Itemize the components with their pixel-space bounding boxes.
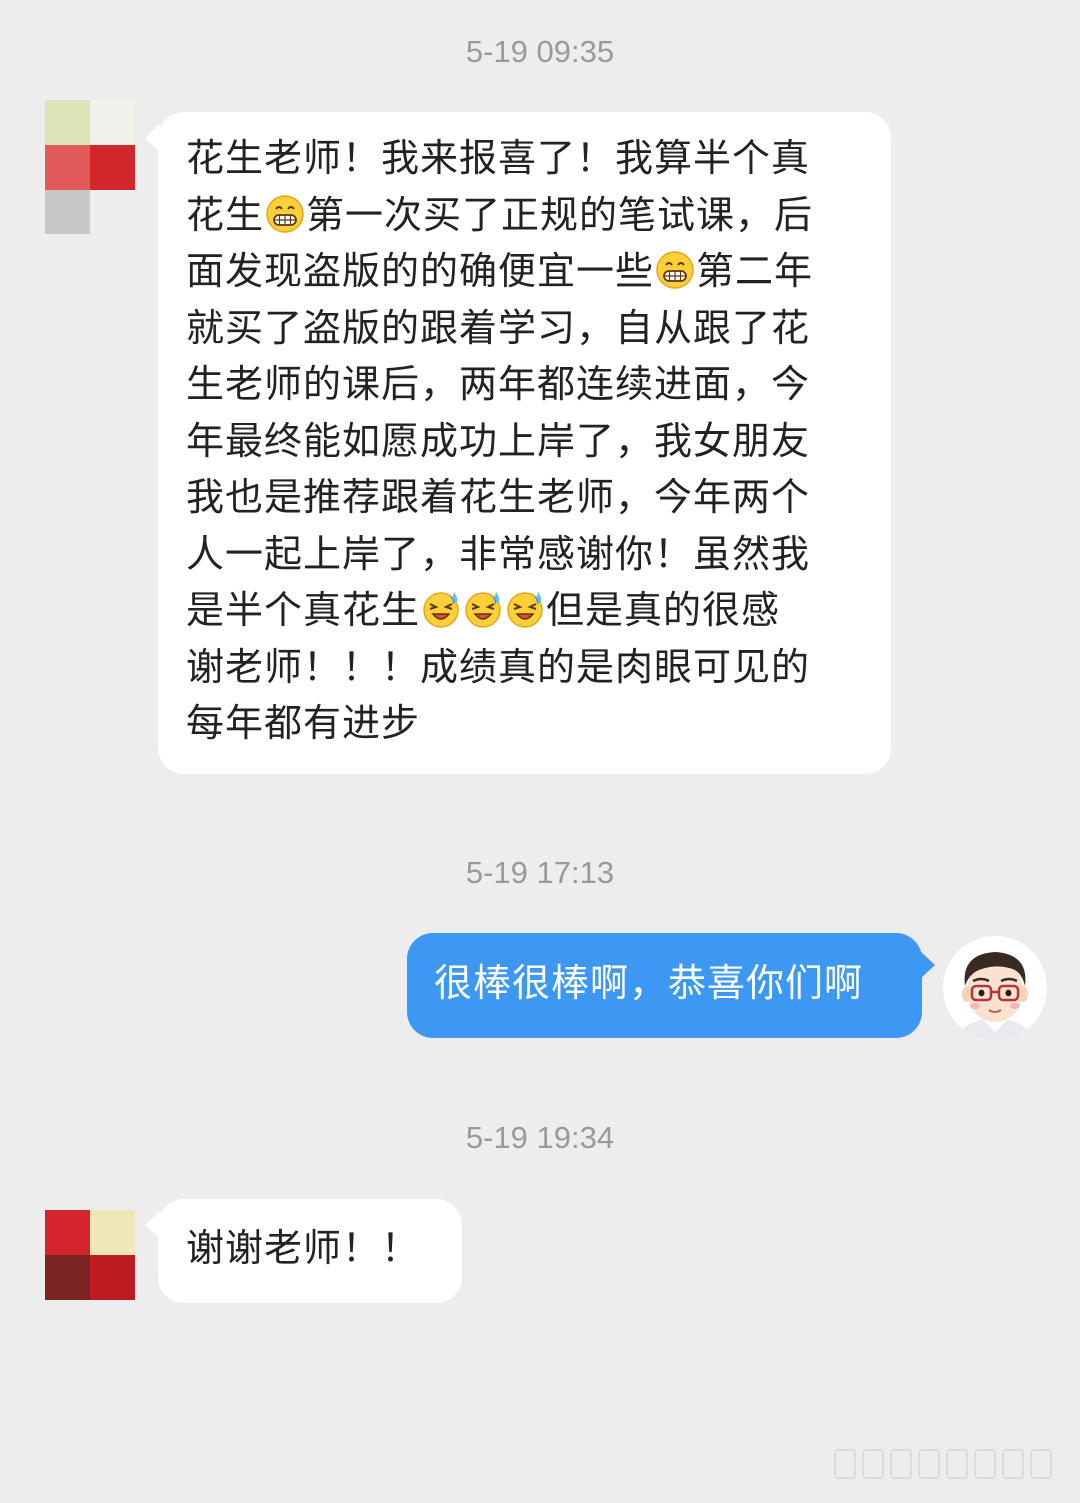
message-text: 很棒很棒啊，恭喜你们啊 xyxy=(434,961,864,1005)
message-line: 我也是推荐跟着花生老师，今年两个 xyxy=(186,469,871,526)
message-bubble-received[interactable]: 花生老师！我来报喜了！我算半个真 花生 第一次买了正规的笔试课，后 面发现盗版的的确便… xyxy=(145,112,891,774)
grinning-face-emoji-icon xyxy=(656,251,694,289)
sweating-laughing-face-emoji-icon xyxy=(465,592,501,628)
grinning-face-emoji-icon xyxy=(266,194,304,233)
student-avatar[interactable] xyxy=(45,1210,135,1300)
message-text: 谢谢老师！！ xyxy=(186,1226,421,1270)
message-bubble-sent[interactable]: 很棒很棒啊，恭喜你们啊 xyxy=(407,933,935,1038)
message-line: 年最终能如愿成功上岸了，我女朋友 xyxy=(186,413,871,470)
message-line-text: 谢老师！！！成绩真的是肉眼可见的 xyxy=(186,644,811,689)
sweating-laughing-face-emoji-icon xyxy=(507,592,543,628)
message-line-text: 生老师的课后，两年都连续进面，今 xyxy=(186,362,811,406)
message-line-text: 花生老师！我来报喜了！我算半个真 xyxy=(186,136,811,180)
timestamp-1: 5-19 09:35 xyxy=(465,34,615,69)
message-text: 花生老师！我来报喜了！我算半个真 花生 第一次买了正规的笔试课，后 面发现盗版的的确便… xyxy=(186,130,871,752)
message-line-text: 就买了盗版的跟着学习，自从跟了花 xyxy=(186,305,811,350)
timestamp-3: 5-19 19:34 xyxy=(465,1120,615,1155)
message-line-text: 每年都有进步 xyxy=(186,701,421,745)
message-line-text: 年最终能如愿成功上岸了，我女朋友 xyxy=(186,418,811,463)
sweating-laughing-face-emoji-icon xyxy=(423,592,459,628)
message-line-text: 花生 xyxy=(186,192,265,237)
student-avatar[interactable] xyxy=(45,100,135,234)
message-line-text: 第一次买了正规的笔试课，后 xyxy=(306,192,814,237)
message-line-text: 是半个真花生 xyxy=(186,588,421,632)
message-line: 每年都有进步 xyxy=(186,695,871,752)
message-line: 人一起上岸了，非常感谢你！虽然我 xyxy=(186,526,871,583)
timestamp-2: 5-19 17:13 xyxy=(465,855,615,890)
message-line: 谢老师！！！成绩真的是肉眼可见的 xyxy=(186,639,871,696)
teacher-avatar[interactable] xyxy=(943,936,1047,1040)
message-line-text: 我也是推荐跟着花生老师，今年两个 xyxy=(186,475,811,519)
cartoon-man-avatar-icon xyxy=(943,936,1047,1040)
message-bubble-received[interactable]: 谢谢老师！！ xyxy=(145,1199,462,1303)
message-line: 生老师的课后，两年都连续进面，今 xyxy=(186,356,871,413)
message-line: 面发现盗版的的确便宜一些 第二年 xyxy=(186,243,871,300)
message-line: 是半个真花生 但是真的很感 xyxy=(186,582,871,639)
message-line-text: 面发现盗版的的确便宜一些 xyxy=(186,249,655,293)
message-line: 花生老师！我来报喜了！我算半个真 xyxy=(186,130,871,187)
message-line: 就买了盗版的跟着学习，自从跟了花 xyxy=(186,300,871,357)
message-line-text: 第二年 xyxy=(696,249,814,293)
message-line-text: 人一起上岸了，非常感谢你！虽然我 xyxy=(186,531,811,576)
scroll-indicator xyxy=(834,1449,1052,1479)
message-line-text: 但是真的很感 xyxy=(546,588,781,632)
message-line: 花生 第一次买了正规的笔试课，后 xyxy=(186,187,871,244)
